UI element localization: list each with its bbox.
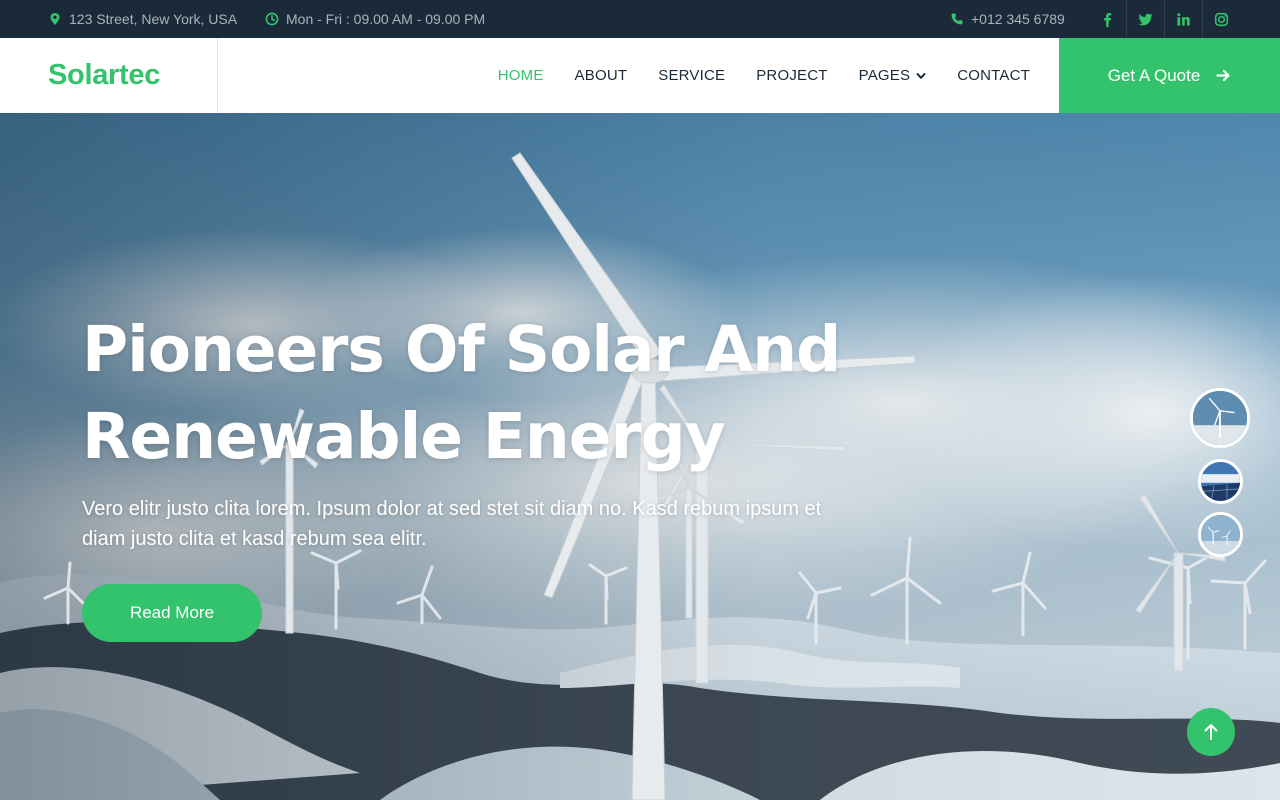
hours-text: Mon - Fri : 09.00 AM - 09.00 PM xyxy=(286,11,486,27)
nav-project[interactable]: PROJECT xyxy=(756,67,827,84)
carousel-thumb-3[interactable] xyxy=(1198,512,1243,557)
hours-info: Mon - Fri : 09.00 AM - 09.00 PM xyxy=(265,0,485,38)
phone-icon xyxy=(950,12,964,26)
phone-text: +012 345 6789 xyxy=(971,11,1065,27)
nav-about[interactable]: ABOUT xyxy=(575,67,628,84)
hero-title: Pioneers Of Solar And Renewable Energy xyxy=(82,306,842,480)
brand-logo[interactable]: Solartec xyxy=(0,38,218,113)
facebook-icon xyxy=(1103,12,1111,27)
carousel-thumb-1[interactable] xyxy=(1190,388,1250,448)
twitter-link[interactable] xyxy=(1126,0,1164,38)
nav-about-label: ABOUT xyxy=(574,67,628,84)
social-links xyxy=(1088,0,1240,38)
wind-farm-thumbnail xyxy=(1201,515,1240,554)
instagram-link[interactable] xyxy=(1202,0,1240,38)
nav-pages-label: PAGES xyxy=(858,67,911,84)
linkedin-icon xyxy=(1177,12,1190,26)
twitter-icon xyxy=(1138,13,1153,25)
linkedin-link[interactable] xyxy=(1164,0,1202,38)
get-a-quote-button[interactable]: Get A Quote xyxy=(1059,38,1280,113)
facebook-link[interactable] xyxy=(1088,0,1126,38)
nav-service[interactable]: SERVICE xyxy=(658,67,725,84)
arrow-up-icon xyxy=(1204,724,1218,740)
get-a-quote-label: Get A Quote xyxy=(1107,65,1201,85)
arrow-right-icon xyxy=(1216,69,1230,82)
nav-contact[interactable]: CONTACT xyxy=(957,67,1030,84)
carousel-thumb-2[interactable] xyxy=(1198,459,1243,504)
brand-name: Solartec xyxy=(48,59,161,91)
nav-pages-dropdown[interactable]: PAGES xyxy=(859,67,927,84)
address-info: 123 Street, New York, USA xyxy=(48,0,237,38)
solar-panel-thumbnail xyxy=(1201,462,1240,501)
hero-subtitle: Vero elitr justo clita lorem. Ipsum dolo… xyxy=(82,498,822,550)
read-more-button[interactable]: Read More xyxy=(82,584,262,642)
phone-info: +012 345 6789 xyxy=(950,0,1065,38)
back-to-top-button[interactable] xyxy=(1187,708,1235,756)
read-more-label: Read More xyxy=(129,603,215,622)
main-navbar: Solartec HOME ABOUT SERVICE PROJECT PAGE… xyxy=(0,38,1280,113)
address-text: 123 Street, New York, USA xyxy=(69,11,238,27)
top-info-bar: 123 Street, New York, USA Mon - Fri : 09… xyxy=(0,0,1280,38)
hero-carousel: Pioneers Of Solar And Renewable Energy V… xyxy=(0,113,1280,800)
map-marker-icon xyxy=(48,12,62,26)
instagram-icon xyxy=(1214,12,1229,26)
clock-icon xyxy=(265,12,279,26)
nav-service-label: SERVICE xyxy=(658,67,726,84)
nav-menu: HOME ABOUT SERVICE PROJECT PAGES CONTACT xyxy=(467,38,1030,113)
hero-title-line2: Renewable Energy xyxy=(82,400,726,473)
nav-home[interactable]: HOME xyxy=(498,67,544,84)
nav-project-label: PROJECT xyxy=(756,67,828,84)
nav-contact-label: CONTACT xyxy=(957,67,1030,84)
wind-turbine-thumbnail xyxy=(1193,391,1247,445)
hero-text: Pioneers Of Solar And Renewable Energy V… xyxy=(82,306,842,554)
hero-title-line1: Pioneers Of Solar And xyxy=(82,313,841,386)
nav-home-label: HOME xyxy=(497,67,544,84)
chevron-down-icon xyxy=(916,72,926,79)
